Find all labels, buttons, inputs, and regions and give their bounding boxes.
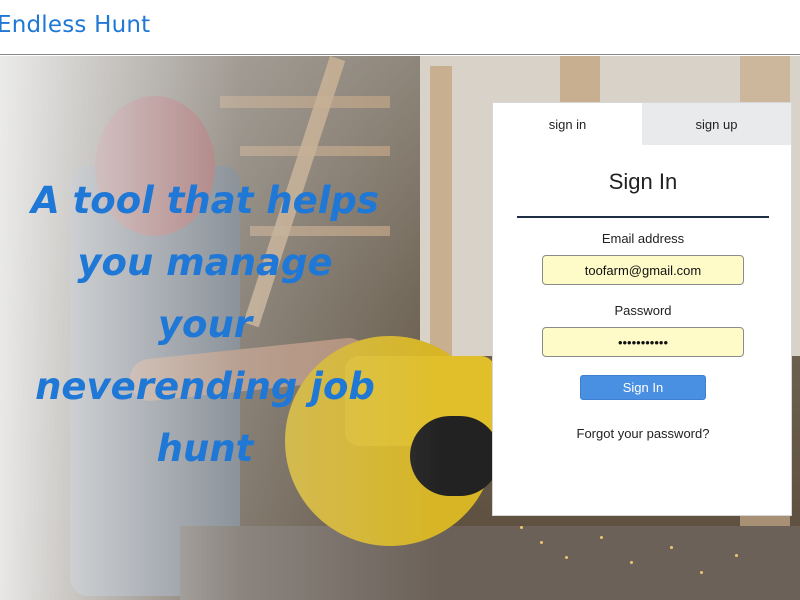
password-field[interactable] bbox=[542, 327, 744, 357]
auth-tabs: sign in sign up bbox=[493, 103, 791, 145]
email-field[interactable] bbox=[542, 255, 744, 285]
hero-tagline: A tool that helps you manage your nevere… bbox=[31, 179, 379, 470]
brand-logo-link[interactable]: Endless Hunt bbox=[0, 12, 150, 38]
title-divider bbox=[517, 216, 769, 218]
navbar: Endless Hunt bbox=[0, 0, 800, 55]
auth-card: sign in sign up Sign In Email address Pa… bbox=[492, 102, 792, 516]
sign-in-title: Sign In bbox=[608, 169, 678, 194]
tab-sign-in[interactable]: sign in bbox=[493, 103, 642, 145]
email-label: Email address bbox=[601, 231, 685, 246]
forgot-password-link[interactable]: Forgot your password? bbox=[493, 426, 793, 441]
sign-in-button[interactable]: Sign In bbox=[580, 375, 706, 400]
tab-sign-up[interactable]: sign up bbox=[642, 103, 791, 145]
password-label: Password bbox=[614, 303, 672, 318]
